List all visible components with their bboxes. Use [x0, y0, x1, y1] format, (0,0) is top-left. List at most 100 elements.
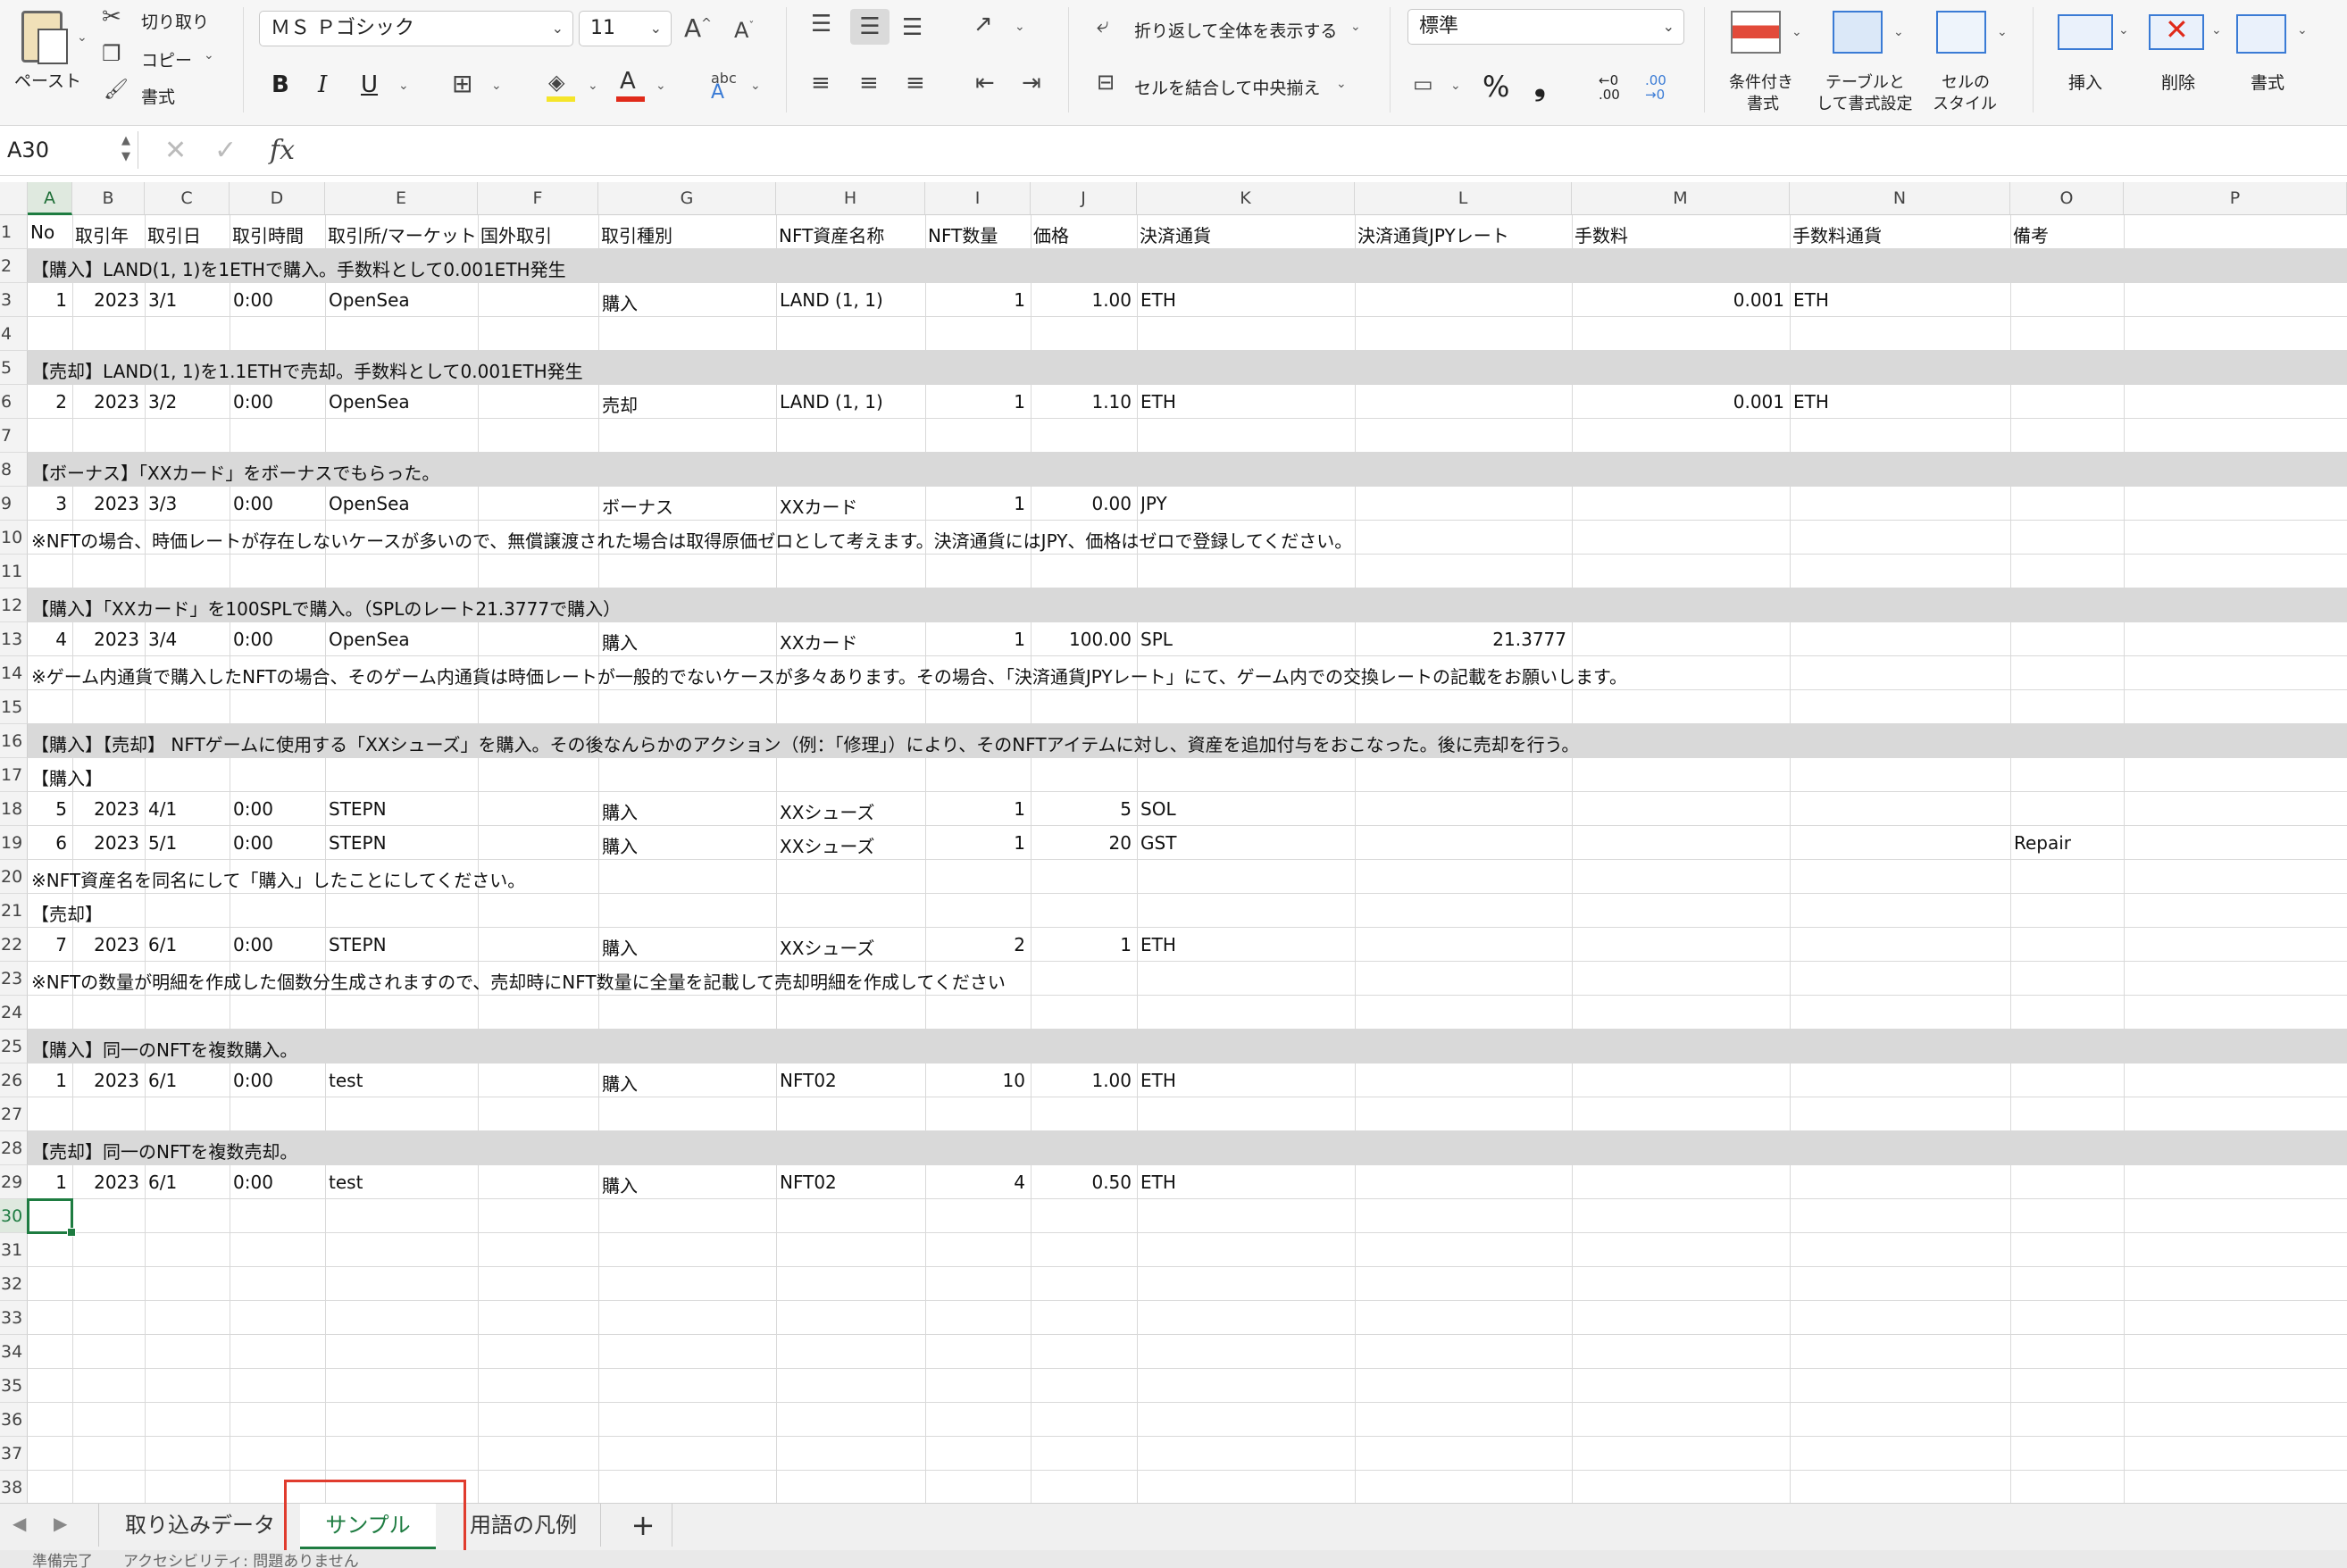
row-header-19[interactable]: 19 [0, 826, 28, 860]
cell-a9[interactable]: 3 [28, 493, 67, 514]
cell-a8[interactable]: 【ボーナス】「XXカード」をボーナスでもらった。 [31, 459, 439, 485]
row-header-3[interactable]: 3 [0, 283, 28, 317]
row-header-18[interactable]: 18 [0, 792, 28, 826]
copy-button[interactable]: ❐ コピー ⌄ [100, 43, 225, 73]
cell-h19[interactable]: XXシューズ [780, 832, 923, 858]
cell-g13[interactable]: 購入 [602, 629, 774, 655]
cell-b3[interactable]: 2023 [72, 289, 139, 311]
cell-a17[interactable]: 【購入】 [31, 764, 103, 790]
number-format-dropdown[interactable]: 標準 ⌄ [1407, 9, 1684, 45]
cell-e26[interactable]: test [329, 1070, 476, 1091]
cell-a13[interactable]: 4 [28, 629, 67, 650]
delete-button[interactable]: ✕ ⌄ 削除 [2142, 7, 2231, 96]
format-button[interactable]: ⌄ 書式 [2233, 7, 2322, 96]
cell-k6[interactable]: ETH [1140, 391, 1353, 413]
row-header-25[interactable]: 25 [0, 1030, 28, 1063]
merge-center-button[interactable]: ⊟ セルを結合して中央揃え ⌄ [1097, 70, 1374, 102]
row-header-1[interactable]: 1 [0, 215, 28, 249]
cell-h18[interactable]: XXシューズ [780, 798, 923, 824]
header-cell-c[interactable]: 取引日 [147, 221, 228, 247]
header-cell-k[interactable]: 決済通貨 [1140, 221, 1353, 247]
font-size-dropdown[interactable]: 11 ⌄ [579, 11, 672, 46]
cell-i3[interactable]: 1 [925, 289, 1025, 311]
row-header-6[interactable]: 6 [0, 385, 28, 419]
row-header-33[interactable]: 33 [0, 1301, 28, 1335]
column-header-o[interactable]: O [2010, 182, 2124, 215]
cell-k22[interactable]: ETH [1140, 934, 1353, 955]
function-icon[interactable]: fx [270, 135, 295, 166]
cell-c29[interactable]: 6/1 [148, 1172, 228, 1193]
row-header-30[interactable]: 30 [0, 1199, 28, 1233]
increase-decimal-button[interactable]: ←0 .00 [1599, 73, 1634, 102]
cell-a5[interactable]: 【売却】LAND(1, 1)を1.1ETHで売却。手数料として0.001ETH発… [31, 357, 583, 383]
cell-a6[interactable]: 2 [28, 391, 67, 413]
cell-c3[interactable]: 3/1 [148, 289, 228, 311]
row-header-7[interactable]: 7 [0, 419, 28, 453]
phonetic-icon[interactable]: abc A [711, 71, 737, 103]
cell-h6[interactable]: LAND (1, 1) [780, 391, 923, 413]
row-header-17[interactable]: 17 [0, 758, 28, 792]
row-header-20[interactable]: 20 [0, 860, 28, 894]
row-header-34[interactable]: 34 [0, 1335, 28, 1369]
column-header-p[interactable]: P [2124, 182, 2347, 215]
cell-h29[interactable]: NFT02 [780, 1172, 923, 1193]
column-header-n[interactable]: N [1790, 182, 2010, 215]
row-header-23[interactable]: 23 [0, 962, 28, 996]
fill-handle[interactable] [67, 1228, 76, 1237]
cell-b29[interactable]: 2023 [72, 1172, 139, 1193]
wrap-text-button[interactable]: ⤶ 折り返して全体を表示する ⌄ [1097, 13, 1374, 45]
cell-a20[interactable]: ※NFT資産名を同名にして「購入」したことにしてください。 [31, 866, 525, 892]
bold-button[interactable]: B [271, 71, 289, 98]
cell-a14[interactable]: ※ゲーム内通貨で購入したNFTの場合、そのゲーム内通貨は時価レートが一般的でない… [31, 663, 1627, 688]
cancel-icon[interactable]: ✕ [164, 135, 187, 166]
header-cell-h[interactable]: NFT資産名称 [779, 221, 923, 247]
cell-a12[interactable]: 【購入】「XXカード」を100SPLで購入。（SPLのレート21.3777で購入… [31, 595, 621, 621]
header-cell-i[interactable]: NFT数量 [928, 221, 1029, 247]
cell-j3[interactable]: 1.00 [1031, 289, 1132, 311]
cell-a18[interactable]: 5 [28, 798, 67, 820]
cell-l13[interactable]: 21.3777 [1355, 629, 1566, 650]
column-header-d[interactable]: D [230, 182, 325, 215]
align-middle-icon[interactable]: ☰ [850, 9, 890, 45]
row-header-36[interactable]: 36 [0, 1403, 28, 1437]
column-header-m[interactable]: M [1572, 182, 1790, 215]
cell-j26[interactable]: 1.00 [1031, 1070, 1132, 1091]
row-header-16[interactable]: 16 [0, 724, 28, 758]
phonetic-dropdown-icon[interactable]: ⌄ [750, 79, 761, 93]
row-header-26[interactable]: 26 [0, 1063, 28, 1097]
cell-i26[interactable]: 10 [925, 1070, 1025, 1091]
cell-k3[interactable]: ETH [1140, 289, 1353, 311]
cell-g3[interactable]: 購入 [602, 289, 774, 315]
border-dropdown-icon[interactable]: ⌄ [491, 79, 502, 93]
formula-input[interactable] [322, 131, 2286, 169]
align-left-icon[interactable]: ≡ [811, 71, 831, 95]
decrease-font-icon[interactable]: Aˇ [734, 20, 754, 41]
cell-n3[interactable]: ETH [1793, 289, 2009, 311]
cell-i13[interactable]: 1 [925, 629, 1025, 650]
border-icon[interactable]: ⊞ [452, 71, 472, 96]
cell-d26[interactable]: 0:00 [233, 1070, 323, 1091]
row-header-9[interactable]: 9 [0, 487, 28, 521]
column-header-c[interactable]: C [145, 182, 230, 215]
align-top-icon[interactable]: ☰ [811, 13, 831, 36]
cell-a21[interactable]: 【売却】 [31, 900, 103, 926]
column-header-f[interactable]: F [478, 182, 598, 215]
cell-a23[interactable]: ※NFTの数量が明細を作成した個数分生成されますので、売却時にNFT数量に全量を… [31, 968, 1006, 994]
column-header-e[interactable]: E [325, 182, 478, 215]
cell-g26[interactable]: 購入 [602, 1070, 774, 1096]
cell-d22[interactable]: 0:00 [233, 934, 323, 955]
tab-prev-icon[interactable]: ◀ [13, 1513, 26, 1534]
row-header-11[interactable]: 11 [0, 555, 28, 588]
cell-c6[interactable]: 3/2 [148, 391, 228, 413]
row-header-22[interactable]: 22 [0, 928, 28, 962]
cell-d6[interactable]: 0:00 [233, 391, 323, 413]
cell-e22[interactable]: STEPN [329, 934, 476, 955]
cell-b22[interactable]: 2023 [72, 934, 139, 955]
cell-j29[interactable]: 0.50 [1031, 1172, 1132, 1193]
header-cell-b[interactable]: 取引年 [75, 221, 143, 247]
name-box[interactable]: A30 ▲ ▼ [0, 131, 138, 169]
increase-indent-icon[interactable]: ⇥ [1022, 71, 1041, 95]
cell-b9[interactable]: 2023 [72, 493, 139, 514]
increase-font-icon[interactable]: A^ [684, 16, 712, 41]
underline-button[interactable]: U [361, 71, 378, 98]
